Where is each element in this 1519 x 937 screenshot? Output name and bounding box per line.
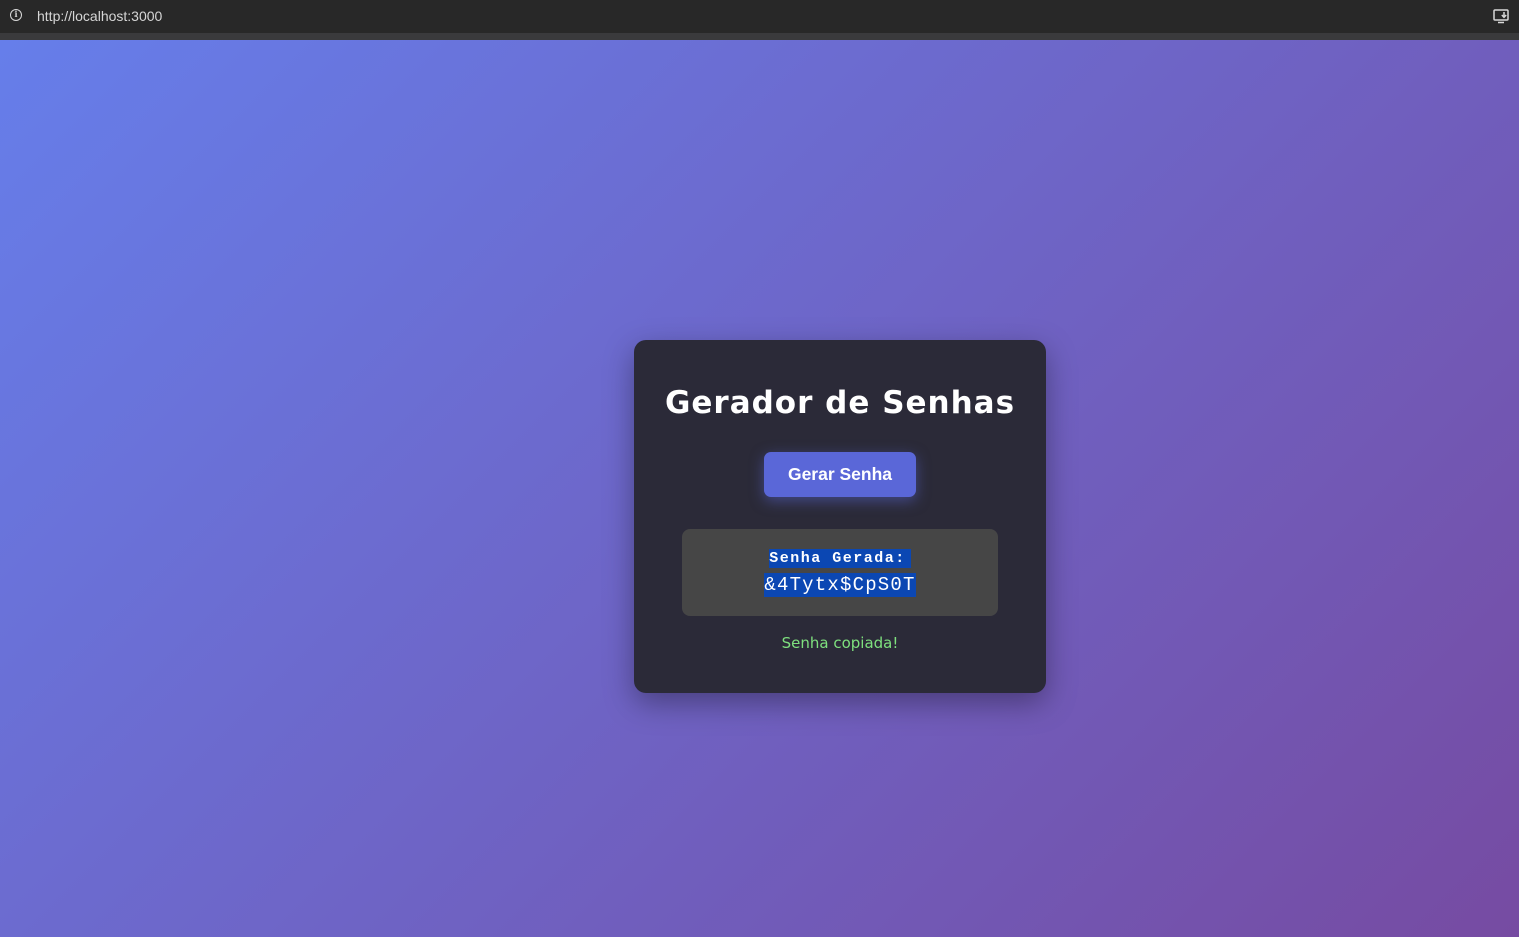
result-label-row: Senha Gerada: (682, 548, 998, 568)
copied-confirmation: Senha copiada! (781, 634, 899, 652)
generate-password-button[interactable]: Gerar Senha (764, 452, 916, 497)
browser-toolbar: i http://localhost:3000 (0, 0, 1519, 40)
password-value-row: &4Tytx$CpS0T (682, 573, 998, 597)
page-title: Gerador de Senhas (664, 385, 1016, 421)
password-generator-card: Gerador de Senhas Gerar Senha Senha Gera… (634, 340, 1046, 693)
install-app-icon[interactable] (1493, 8, 1510, 24)
result-label: Senha Gerada: (769, 549, 911, 568)
password-value[interactable]: &4Tytx$CpS0T (764, 573, 916, 597)
page-background: Gerador de Senhas Gerar Senha Senha Gera… (0, 40, 1519, 937)
info-icon[interactable]: i (10, 9, 22, 21)
generated-password-box: Senha Gerada: &4Tytx$CpS0T (682, 529, 998, 616)
address-bar-url[interactable]: http://localhost:3000 (37, 8, 162, 24)
